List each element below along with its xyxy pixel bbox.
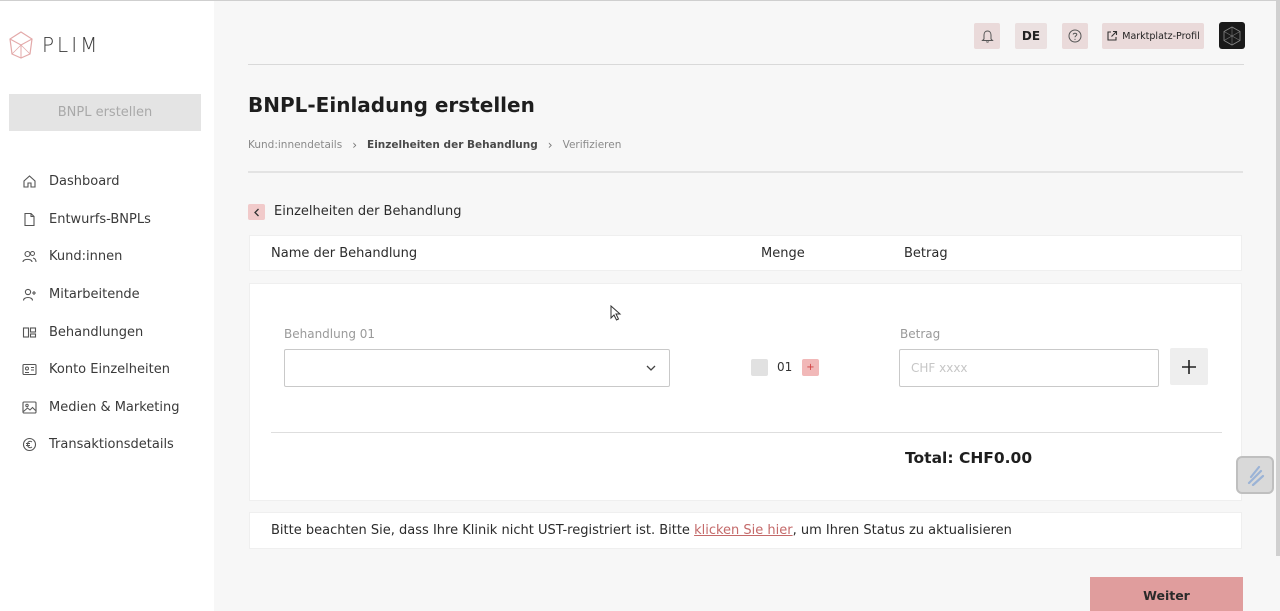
chevron-down-icon [646,365,656,371]
total-amount: Total: CHF0.00 [905,449,1033,467]
sidebar-item-media[interactable]: Medien & Marketing [0,389,214,427]
column-header-name: Name der Behandlung [271,246,418,261]
next-button[interactable]: Weiter [1090,577,1243,611]
breadcrumb-step-customer-details[interactable]: Kund:innendetails [248,139,342,151]
chevron-right-icon: › [352,138,358,152]
sidebar: PLIM BNPL erstellen Dashboard Entwurfs-B… [0,1,214,611]
marketplace-profile-label: Marktplatz-Profil [1122,30,1200,42]
breadcrumb-step-treatment-details: Einzelheiten der Behandlung [367,139,538,151]
page-scrollbar[interactable] [1276,1,1280,556]
treatment-field-label: Behandlung 01 [284,327,376,341]
home-icon [22,174,37,189]
treatment-card: Behandlung 01 01 + Betrag Total: CHF0.00 [249,283,1242,501]
header-divider [248,171,1243,173]
plus-icon [1182,359,1196,374]
vat-notice-text-end: , um Ihren Status zu aktualisieren [792,523,1012,538]
brand-name: PLIM [42,33,101,57]
avatar-logo-icon [1223,26,1241,45]
sidebar-item-label: Mitarbeitende [49,287,140,303]
sidebar-nav: Dashboard Entwurfs-BNPLs Kund:innen Mita… [0,163,214,464]
column-header-amount: Betrag [904,246,948,261]
sidebar-item-label: Behandlungen [49,324,144,340]
add-treatment-button[interactable] [1170,348,1208,385]
quantity-decrease-button[interactable] [751,359,768,376]
update-vat-status-link[interactable]: klicken Sie hier [694,523,793,538]
sidebar-item-dashboard[interactable]: Dashboard [0,163,214,201]
back-button[interactable] [248,204,265,220]
sidebar-item-drafts[interactable]: Entwurfs-BNPLs [0,201,214,239]
sidebar-item-staff[interactable]: Mitarbeitende [0,276,214,314]
brand-logo[interactable]: PLIM [8,30,100,60]
lightning-icon [1247,465,1265,486]
amount-input[interactable] [899,349,1159,387]
sidebar-item-label: Kund:innen [49,249,123,265]
treatments-icon [22,325,37,340]
vat-notice-text: Bitte beachten Sie, dass Ihre Klinik nic… [271,523,695,538]
mouse-cursor-icon [610,305,622,321]
bell-icon [980,30,994,43]
page-title: BNPL-Einladung erstellen [248,93,535,117]
card-divider [271,432,1222,433]
quantity-value: 01 [777,360,793,374]
sidebar-item-label: Medien & Marketing [49,399,180,415]
sidebar-item-label: Dashboard [49,174,120,190]
users-icon [22,249,37,264]
image-icon [22,400,37,415]
help-icon [1068,29,1082,43]
sidebar-item-account[interactable]: Konto Einzelheiten [0,351,214,389]
create-bnpl-button[interactable]: BNPL erstellen [9,94,201,131]
sidebar-item-customers[interactable]: Kund:innen [0,238,214,276]
chevron-right-icon: › [547,138,553,152]
external-link-icon [1107,30,1118,41]
table-header: Name der Behandlung Menge Betrag [249,235,1242,271]
section-title: Einzelheiten der Behandlung [274,204,462,219]
column-header-quantity: Menge [761,246,805,261]
help-button[interactable] [1062,23,1088,49]
user-plus-icon [22,287,37,302]
breadcrumb-step-verify: Verifizieren [562,139,622,151]
breadcrumb: Kund:innendetails › Einzelheiten der Beh… [248,138,621,152]
sidebar-item-label: Konto Einzelheiten [49,362,170,378]
sidebar-item-treatments[interactable]: Behandlungen [0,313,214,351]
notifications-button[interactable] [974,23,1000,49]
document-icon [22,212,37,227]
sidebar-item-transactions[interactable]: Transaktionsdetails [0,426,214,464]
top-bar: DE Marktplatz-Profil [248,1,1245,65]
chevron-left-icon [253,208,259,216]
vat-notice: Bitte beachten Sie, dass Ihre Klinik nic… [249,512,1242,549]
amount-field-label: Betrag [900,327,941,341]
euro-icon [22,437,37,452]
language-switcher[interactable]: DE [1015,23,1047,49]
sidebar-item-label: Transaktionsdetails [49,437,174,453]
quantity-increase-button[interactable]: + [802,359,819,376]
sidebar-item-label: Entwurfs-BNPLs [49,211,151,227]
treatment-select[interactable] [284,349,670,387]
id-card-icon [22,362,37,377]
plim-logo-icon [9,31,33,59]
avatar[interactable] [1219,22,1245,49]
floating-assistant-button[interactable] [1236,456,1274,494]
marketplace-profile-button[interactable]: Marktplatz-Profil [1102,23,1204,49]
